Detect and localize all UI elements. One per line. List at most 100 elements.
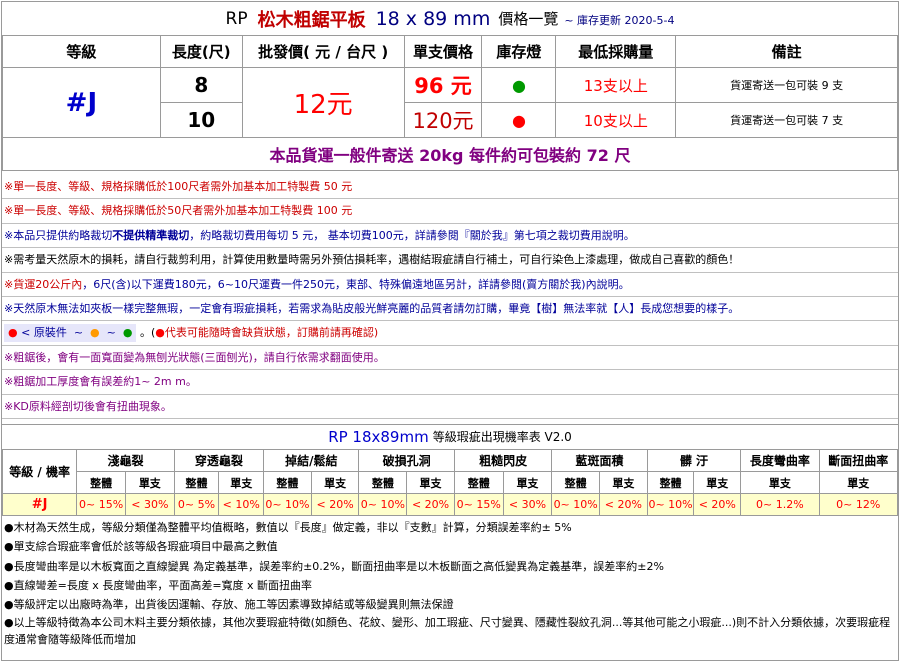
note-item: ※貨運20公斤內，6尺(含)以下運費180元，6~10尺運費一件250元，東部、… xyxy=(2,273,898,297)
length-cell: 10 xyxy=(159,102,243,138)
grade-cell: #J xyxy=(2,67,161,138)
footnote: ●等級評定以出廠時為準，出貨後因運輸、存放、施工等因素導致掉結或等級變異則無法保… xyxy=(4,598,454,612)
note-item: ※本品只提供約略裁切不提供精準裁切，約略裁切費用每切 5 元， 基本切費100元… xyxy=(2,224,898,249)
footnote: ●長度彎曲率是以木板寬面之直線變異 為定義基準，誤差率約±0.2%，斷面扭曲率是… xyxy=(4,559,664,573)
defect-value: 0~ 10% xyxy=(263,493,312,516)
wholesale-price: 12元 xyxy=(241,67,405,138)
defect-value: < 20% xyxy=(693,493,742,516)
defect-value: 0~ 5% xyxy=(173,493,220,516)
green-dot-icon: ● xyxy=(122,326,133,340)
length-cell: 8 xyxy=(159,67,243,103)
sub-whole: 整體 xyxy=(76,471,126,494)
shipping-summary: 本品貨運一般件寄送 20kg 每件約可包裝約 72 尺 xyxy=(2,137,898,171)
price-header-row: 等級 長度(尺) 批發價( 元 / 台尺 ) 單支價格 庫存燈 最低採購量 備註 xyxy=(2,35,898,68)
defect-table: 等級 / 機率 淺龜裂 穿透龜裂 掉結/鬆結 破損孔洞 粗糙閃皮 藍斑面積 髒 … xyxy=(1,449,899,516)
defect-header: 掉結/鬆結 xyxy=(263,449,360,472)
red-dot-icon: ● xyxy=(155,326,165,340)
title-product-name: 松木粗鋸平板 xyxy=(257,9,366,31)
defect-header: 淺龜裂 xyxy=(76,449,175,472)
defect-value: < 20% xyxy=(310,493,360,516)
grade-probability-header: 等級 / 機率 xyxy=(1,449,78,494)
min-order: 10支以上 xyxy=(555,102,677,138)
defect-header: 穿透龜裂 xyxy=(173,449,265,472)
title-size: 18 x 89 mm xyxy=(375,7,491,30)
stock-light-red-icon: ● xyxy=(481,102,557,138)
defect-value: 0~ 1.2% xyxy=(740,493,820,516)
note-item: ※KD原料經剖切後會有扭曲現象。 xyxy=(2,395,898,419)
defect-value: 0~ 10% xyxy=(358,493,408,516)
stock-light-green-icon: ● xyxy=(481,67,557,103)
footnotes: ●木材為天然生成，等級分類僅為整體平均值概略，數值以『長度』做定義，非以『支數』… xyxy=(2,518,898,648)
header-note: 備註 xyxy=(675,35,898,68)
note-item: ※單一長度、等級、規格採購低於50尺者需外加基本加工特製費 100 元 xyxy=(2,199,898,224)
stock-update-date: ~ 庫存更新 2020-5-4 xyxy=(564,14,675,27)
defect-value: 0~ 10% xyxy=(551,493,600,516)
defect-subheader-row: 整體 單支 整體 單支 整體 單支 整體 單支 整體 單支 整體 單支 整體 單支 單支 單支 xyxy=(3,471,899,494)
page-title: RP 松木粗鋸平板 18 x 89 mm 價格一覽 ~ 庫存更新 2020-5-… xyxy=(2,2,898,35)
header-min-order: 最低採購量 xyxy=(555,35,677,68)
header-stock-light: 庫存燈 xyxy=(481,35,557,68)
title-list: 價格一覽 xyxy=(498,10,559,28)
sub-whole: 整體 xyxy=(358,471,408,494)
sub-whole: 整體 xyxy=(263,471,312,494)
defect-header: 斷面扭曲率 xyxy=(818,449,899,472)
note-item: ※粗鋸後，會有一面寬面變為無刨光狀態(三面刨光)，請自行依需求翻面使用。 xyxy=(2,346,898,371)
defect-grade: #J xyxy=(1,493,78,516)
sub-whole: 整體 xyxy=(646,471,695,494)
title-code: RP xyxy=(225,8,248,29)
note-item-stock-legend: ● < 原裝件 ~ ● ~ ● 。(●代表可能隨時會缺貨狀態，訂購前請再確認) xyxy=(2,321,898,346)
min-order: 13支以上 xyxy=(555,67,677,103)
defect-value: 0~ 15% xyxy=(76,493,126,516)
defect-value: < 10% xyxy=(218,493,265,516)
defect-header: 破損孔洞 xyxy=(358,449,455,472)
unit-price: 96 元 xyxy=(403,67,483,103)
footnote: ●直線彎差=長度 x 長度彎曲率，平面高差=寬度 x 斷面扭曲率 xyxy=(4,578,313,592)
header-unit-price: 單支價格 xyxy=(403,35,483,68)
sub-single: 單支 xyxy=(693,471,742,494)
defect-value: < 30% xyxy=(124,493,175,516)
defect-value: 0~ 10% xyxy=(646,493,695,516)
defect-value: 0~ 12% xyxy=(818,493,899,516)
sub-single: 單支 xyxy=(124,471,175,494)
sub-whole: 整體 xyxy=(173,471,220,494)
note-item: ※需考量天然原木的損耗，請自行裁剪利用，計算使用數量時需另外預估損耗率，遇樹結瑕… xyxy=(2,248,898,273)
page: RP 松木粗鋸平板 18 x 89 mm 價格一覽 ~ 庫存更新 2020-5-… xyxy=(0,0,900,662)
note-item: ※天然原木無法如夾板一樣完整無瑕，一定會有瑕疵損耗，若需求為貼皮般光鮮亮麗的品質… xyxy=(2,297,898,322)
defect-value: < 20% xyxy=(599,493,648,516)
sub-single: 單支 xyxy=(310,471,360,494)
defect-header: 長度彎曲率 xyxy=(740,449,820,472)
row-note: 貨運寄送一包可裝 7 支 xyxy=(675,102,898,138)
defect-header: 粗糙閃皮 xyxy=(453,449,553,472)
price-row: #J 8 12元 96 元 ● 13支以上 貨運寄送一包可裝 9 支 xyxy=(2,67,898,138)
note-item: ※粗鋸加工厚度會有誤差約1~ 2m m。 xyxy=(2,370,898,395)
footnote: ●木材為天然生成，等級分類僅為整體平均值概略，數值以『長度』做定義，非以『支數』… xyxy=(4,521,572,534)
sub-whole: 整體 xyxy=(453,471,504,494)
sub-single: 單支 xyxy=(218,471,265,494)
defect-value: < 30% xyxy=(502,493,553,516)
orange-dot-icon: ● xyxy=(90,326,100,340)
row-note: 貨運寄送一包可裝 9 支 xyxy=(675,67,898,103)
red-dot-icon: ● xyxy=(8,326,18,340)
price-table: 等級 長度(尺) 批發價( 元 / 台尺 ) 單支價格 庫存燈 最低採購量 備註… xyxy=(2,35,898,171)
defect-table-title: RP 18x89mm 等級瑕疵出現機率表 V2.0 xyxy=(2,424,898,448)
stock-legend: ● < 原裝件 ~ ● ~ ● xyxy=(4,324,137,343)
defect-value: 0~ 15% xyxy=(453,493,504,516)
note-item: ※單一長度、等級、規格採購低於100尺者需外加基本加工特製費 50 元 xyxy=(2,175,898,200)
sub-single: 單支 xyxy=(740,471,820,494)
defect-header: 藍斑面積 xyxy=(551,449,648,472)
sub-single: 單支 xyxy=(502,471,553,494)
footnote: ●以上等級特徵為本公司木料主要分類依據，其他次要瑕疵特徵(如顏色、花紋、變形、加… xyxy=(4,616,891,647)
defect-header: 髒 汙 xyxy=(646,449,742,472)
sub-single: 單支 xyxy=(406,471,455,494)
sub-whole: 整體 xyxy=(551,471,600,494)
unit-price: 120元 xyxy=(403,102,483,138)
notes-list: ※單一長度、等級、規格採購低於100尺者需外加基本加工特製費 50 元 ※單一長… xyxy=(2,175,898,419)
footnote: ●單支綜合瑕疵率會低於該等級各瑕疵項目中最高之數值 xyxy=(4,540,278,554)
defect-value: < 20% xyxy=(406,493,455,516)
defect-group-row: 等級 / 機率 淺龜裂 穿透龜裂 掉結/鬆結 破損孔洞 粗糙閃皮 藍斑面積 髒 … xyxy=(1,449,899,494)
defect-values-row: #J 0~ 15% < 30% 0~ 5% < 10% 0~ 10% < 20%… xyxy=(1,493,899,516)
header-wholesale: 批發價( 元 / 台尺 ) xyxy=(241,35,405,68)
sub-single: 單支 xyxy=(818,471,899,494)
header-length: 長度(尺) xyxy=(159,35,243,68)
sub-single: 單支 xyxy=(599,471,648,494)
